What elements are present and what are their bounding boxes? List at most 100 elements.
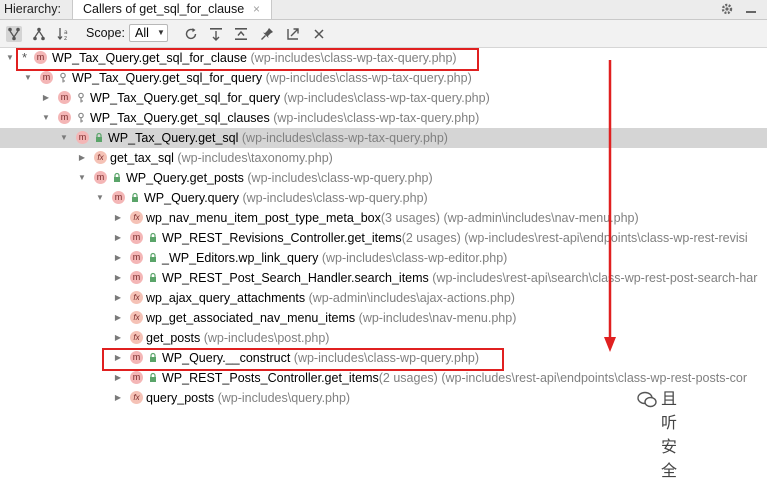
tree-row[interactable]: ▶ fx wp_get_associated_nav_menu_items (wp-… [0, 308, 767, 328]
tree-row[interactable]: ▶ fx wp_nav_menu_item_post_type_meta_box(3… [0, 208, 767, 228]
caller-location: (wp-includes\class-wp-tax-query.php) [265, 71, 472, 85]
tree-row-label[interactable]: query_posts (wp-includes\query.php) [146, 388, 350, 408]
tree-row-label[interactable]: get_posts (wp-includes\post.php) [146, 328, 329, 348]
caller-location: (wp-admin\includes\ajax-actions.php) [308, 291, 515, 305]
tree-row[interactable]: ▶ m WP_Query.__construct (wp-includes\clas… [0, 348, 767, 368]
method-icon: m [130, 231, 143, 244]
wechat-logo-icon [637, 391, 657, 408]
collapse-all-icon[interactable] [233, 26, 249, 42]
expand-arrow-icon[interactable]: ▼ [59, 128, 69, 148]
tree-row-label[interactable]: WP_REST_Post_Search_Handler.search_items… [162, 268, 757, 288]
tab-close-icon[interactable]: × [253, 0, 260, 19]
tree-row-label[interactable]: WP_Tax_Query.get_sql_for_query (wp-inclu… [90, 88, 490, 108]
collapse-arrow-icon[interactable]: ▶ [113, 288, 123, 308]
tree-row-label[interactable]: wp_get_associated_nav_menu_items (wp-inc… [146, 308, 516, 328]
tree-row-label[interactable]: wp_nav_menu_item_post_type_meta_box(3 us… [146, 208, 639, 228]
tree-row-label[interactable]: WP_Tax_Query.get_sql_for_clause (wp-incl… [52, 48, 457, 68]
tree-row[interactable]: ▶ m WP_REST_Revisions_Controller.get_items… [0, 228, 767, 248]
refresh-icon[interactable] [183, 26, 199, 42]
function-icon: fx [130, 291, 143, 304]
caller-name: WP_Tax_Query.get_sql_clauses [90, 111, 270, 125]
tree-row-label[interactable]: WP_REST_Revisions_Controller.get_items(2… [162, 228, 748, 248]
public-lock-icon [132, 192, 138, 202]
usage-count: (3 usages) [380, 211, 440, 225]
tree-row[interactable]: ▶ m _WP_Editors.wp_link_query (wp-includes… [0, 248, 767, 268]
tree-row-label[interactable]: WP_Tax_Query.get_sql_for_query (wp-inclu… [72, 68, 472, 88]
sort-alpha-icon[interactable]: az [56, 26, 72, 42]
collapse-arrow-icon[interactable]: ▶ [113, 348, 123, 368]
hierarchy-label: Hierarchy: [4, 2, 61, 16]
tree-row-label[interactable]: wp_ajax_query_attachments (wp-admin\incl… [146, 288, 515, 308]
tree-row-label[interactable]: WP_Tax_Query.get_sql_clauses (wp-include… [90, 108, 479, 128]
collapse-arrow-icon[interactable]: ▶ [113, 308, 123, 328]
caller-name: WP_Tax_Query.get_sql_for_query [72, 71, 263, 85]
collapse-arrow-icon[interactable]: ▶ [113, 228, 123, 248]
caller-name: get_posts [146, 331, 201, 345]
tree-row-label[interactable]: WP_Query.get_posts (wp-includes\class-wp… [126, 168, 433, 188]
tree-row[interactable]: ▼ m WP_Tax_Query.get_sql_for_query (wp-inc… [0, 68, 767, 88]
tree-row-label[interactable]: WP_Tax_Query.get_sql (wp-includes\class-… [108, 128, 448, 148]
caller-location: (wp-includes\nav-menu.php) [358, 311, 517, 325]
callee-hierarchy-icon[interactable] [31, 26, 47, 42]
tree-row[interactable]: ▼ m WP_Tax_Query.get_sql_clauses (wp-inclu… [0, 108, 767, 128]
tree-row[interactable]: ▶ m WP_REST_Posts_Controller.get_items(2 u… [0, 368, 767, 388]
scope-dropdown[interactable]: All ▼ [129, 24, 168, 42]
caller-name: WP_Tax_Query.get_sql_for_clause [52, 51, 248, 65]
caller-name: WP_Tax_Query.get_sql [108, 131, 239, 145]
tree-row[interactable]: ▶ m WP_REST_Post_Search_Handler.search_ite… [0, 268, 767, 288]
caller-location: (wp-includes\class-wp-query.php) [247, 171, 433, 185]
tree-row[interactable]: ▶ fx get_posts (wp-includes\post.php) [0, 328, 767, 348]
usage-count: (2 usages) [378, 371, 438, 385]
caller-name: WP_REST_Posts_Controller.get_items [162, 371, 379, 385]
private-key-icon [78, 92, 84, 103]
annotation-arrow [604, 60, 616, 352]
caller-name: query_posts [146, 391, 215, 405]
open-external-icon[interactable] [285, 26, 301, 42]
tree-row-label[interactable]: _WP_Editors.wp_link_query (wp-includes\c… [162, 248, 507, 268]
expand-arrow-icon[interactable]: ▼ [95, 188, 105, 208]
call-hierarchy-tree[interactable]: ▼ * m WP_Tax_Query.get_sql_for_clause (wp-i… [0, 48, 767, 434]
caller-name: WP_Query.get_posts [126, 171, 244, 185]
tab-callers[interactable]: Callers of get_sql_for_clause × [72, 0, 272, 19]
caller-hierarchy-icon[interactable] [6, 26, 22, 42]
settings-gear-icon[interactable] [720, 2, 734, 16]
expand-arrow-icon[interactable]: ▼ [23, 68, 33, 88]
tree-row[interactable]: ▶ m WP_Tax_Query.get_sql_for_query (wp-inc… [0, 88, 767, 108]
caller-location: (wp-includes\class-wp-query.php) [293, 351, 480, 365]
close-icon[interactable] [311, 26, 327, 42]
collapse-arrow-icon[interactable]: ▶ [113, 248, 123, 268]
method-icon: m [112, 191, 125, 204]
tree-row[interactable]: ▶ fx wp_ajax_query_attachments (wp-admin\i… [0, 288, 767, 308]
tree-row-label[interactable]: WP_REST_Posts_Controller.get_items(2 usa… [162, 368, 747, 388]
caller-name: WP_Tax_Query.get_sql_for_query [90, 91, 281, 105]
tree-row[interactable]: ▼ * m WP_Tax_Query.get_sql_for_clause (wp-i… [0, 48, 767, 68]
tree-row[interactable]: ▼ m WP_Query.get_posts (wp-includes\class-… [0, 168, 767, 188]
caller-location: (wp-includes\taxonomy.php) [177, 151, 333, 165]
expand-arrow-icon[interactable]: ▼ [41, 108, 51, 128]
collapse-arrow-icon[interactable]: ▶ [113, 328, 123, 348]
function-icon: fx [130, 391, 143, 404]
tree-row-label[interactable]: WP_Query.query (wp-includes\class-wp-que… [144, 188, 428, 208]
expand-all-icon[interactable] [208, 26, 224, 42]
collapse-arrow-icon[interactable]: ▶ [113, 388, 123, 408]
caller-name: WP_Query.__construct [162, 351, 291, 365]
root-marker-icon: * [22, 50, 28, 65]
pin-icon[interactable] [259, 26, 275, 42]
tree-row-label[interactable]: get_tax_sql (wp-includes\taxonomy.php) [110, 148, 333, 168]
collapse-arrow-icon[interactable]: ▶ [113, 368, 123, 388]
collapse-arrow-icon[interactable]: ▶ [41, 88, 51, 108]
caller-location: (wp-includes\class-wp-tax-query.php) [273, 111, 480, 125]
collapse-arrow-icon[interactable]: ▶ [77, 148, 87, 168]
expand-arrow-icon[interactable]: ▼ [5, 48, 15, 68]
collapse-arrow-icon[interactable]: ▶ [113, 208, 123, 228]
minimize-icon[interactable] [744, 2, 758, 16]
tree-row[interactable]: ▼ m WP_Tax_Query.get_sql (wp-includes\clas… [0, 128, 767, 148]
method-icon: m [40, 71, 53, 84]
function-icon: fx [94, 151, 107, 164]
method-icon: m [130, 251, 143, 264]
tree-row-label[interactable]: WP_Query.__construct (wp-includes\class-… [162, 348, 479, 368]
tree-row[interactable]: ▶ fx get_tax_sql (wp-includes\taxonomy.php… [0, 148, 767, 168]
collapse-arrow-icon[interactable]: ▶ [113, 268, 123, 288]
tree-row[interactable]: ▼ m WP_Query.query (wp-includes\class-wp-q… [0, 188, 767, 208]
expand-arrow-icon[interactable]: ▼ [77, 168, 87, 188]
